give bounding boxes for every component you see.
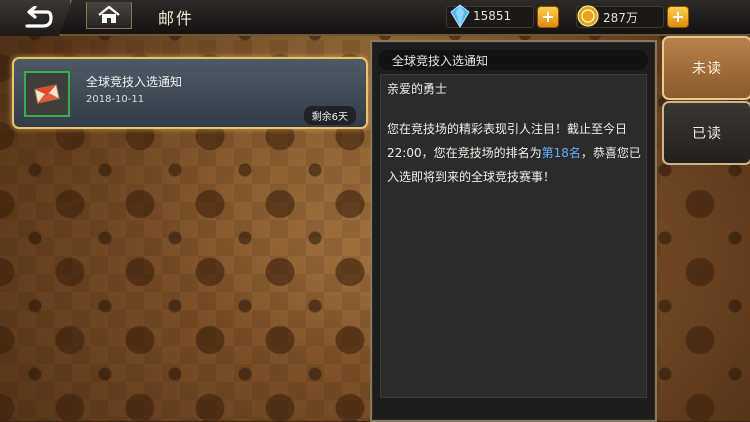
gem-amount: 15851 — [473, 9, 512, 23]
back-arrow-icon — [25, 6, 53, 28]
home-icon — [98, 5, 120, 23]
mail-remaining-badge: 剩余6天 — [303, 106, 356, 125]
gold-counter: 287万 — [576, 5, 664, 28]
mail-item-date: 2018-10-11 — [86, 94, 145, 105]
mail-greeting: 亲爱的勇士 — [387, 82, 448, 96]
mail-item-title: 全球竞技入选通知 — [86, 75, 183, 89]
mail-list-item[interactable]: 全球竞技入选通知 2018-10-11 剩余6天 — [12, 57, 368, 129]
mail-detail-header: 全球竞技入选通知 — [378, 50, 648, 70]
envelope-icon — [34, 84, 60, 104]
gold-coin-icon — [577, 5, 599, 27]
top-bar: 邮件 15851 + 287万 + — [0, 0, 750, 36]
gold-amount: 287万 — [603, 11, 638, 25]
home-button[interactable] — [86, 2, 132, 29]
gem-counter: 15851 — [446, 4, 534, 28]
mail-detail-panel: 全球竞技入选通知 亲爱的勇士 您在竞技场的精彩表现引人注目！截止至今日22:00… — [370, 40, 657, 422]
add-gems-button[interactable]: + — [537, 6, 559, 28]
add-gold-button[interactable]: + — [667, 6, 689, 28]
mail-icon-frame — [24, 71, 70, 117]
mail-detail-body[interactable]: 亲爱的勇士 您在竞技场的精彩表现引人注目！截止至今日22:00，您在竞技场的排名… — [380, 74, 647, 398]
diamond-icon — [450, 4, 470, 28]
page-title: 邮件 — [158, 9, 195, 28]
mail-rank-highlight: 第18名 — [541, 146, 581, 160]
mail-message: 您在竞技场的精彩表现引人注目！截止至今日22:00，您在竞技场的排名为第18名，… — [387, 117, 643, 189]
back-button[interactable] — [0, 0, 72, 36]
tab-unread[interactable]: 未读 — [662, 36, 750, 100]
tab-read[interactable]: 已读 — [662, 101, 750, 165]
mail-detail-title: 全球竞技入选通知 — [392, 54, 489, 68]
